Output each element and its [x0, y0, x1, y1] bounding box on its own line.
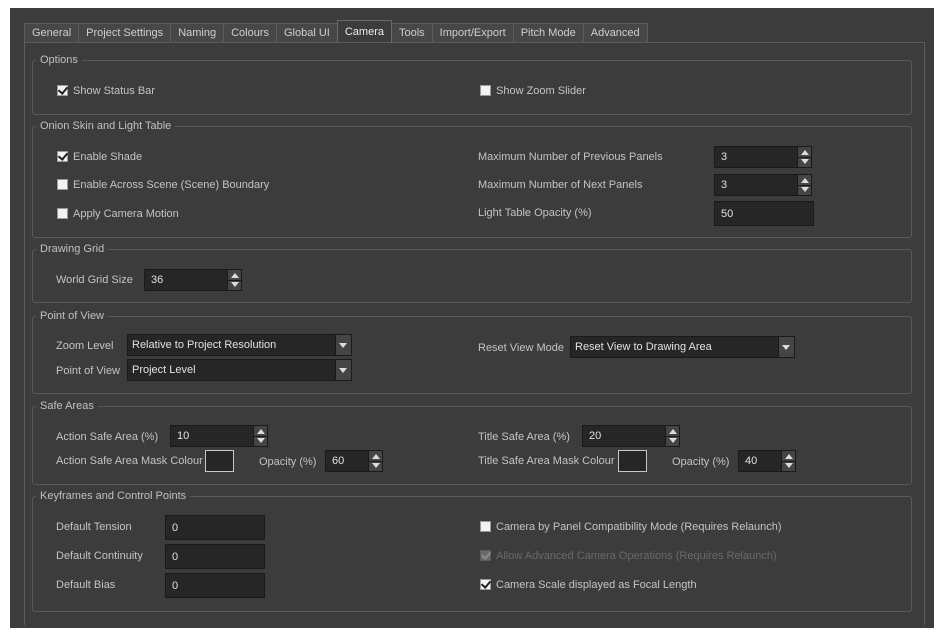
tab-import-export[interactable]: Import/Export — [431, 23, 514, 42]
title-mask-colour-swatch[interactable] — [618, 450, 647, 472]
enable-shade-checkbox[interactable] — [57, 150, 69, 162]
arrow-down-icon — [801, 187, 809, 192]
show-zoom-slider-label: Show Zoom Slider — [496, 85, 586, 97]
arrow-down-icon — [801, 159, 809, 164]
zoom-level-label: Zoom Level — [56, 340, 114, 352]
point-of-view-dropdown[interactable]: Project Level — [127, 359, 352, 381]
options-title: Options — [36, 53, 82, 67]
zoom-level-value: Relative to Project Resolution — [132, 339, 277, 351]
action-mask-colour-swatch[interactable] — [205, 450, 234, 472]
max-previous-spinner[interactable] — [797, 146, 812, 168]
max-next-input[interactable]: 3 — [714, 174, 798, 196]
max-next-spinner[interactable] — [797, 174, 812, 196]
advanced-camera-checkbox — [480, 549, 492, 561]
tab-bar: General Project Settings Naming Colours … — [24, 20, 648, 42]
arrow-up-icon — [801, 150, 809, 155]
arrow-up-icon — [801, 178, 809, 183]
title-opacity-label: Opacity (%) — [672, 456, 730, 468]
max-next-label: Maximum Number of Next Panels — [478, 179, 643, 191]
arrow-up-icon — [231, 273, 239, 278]
arrow-down-icon — [372, 463, 380, 468]
action-safe-area-label: Action Safe Area (%) — [56, 431, 159, 443]
point-of-view-value: Project Level — [132, 364, 196, 376]
show-status-bar-label: Show Status Bar — [73, 85, 155, 97]
arrow-down-icon — [231, 282, 239, 287]
across-boundary-label: Enable Across Scene (Scene) Boundary — [73, 179, 270, 191]
default-bias-label: Default Bias — [56, 579, 116, 591]
action-mask-colour-label: Action Safe Area Mask Colour — [56, 455, 203, 467]
options-group — [32, 60, 912, 115]
show-zoom-slider-checkbox[interactable] — [480, 85, 491, 96]
max-previous-input[interactable]: 3 — [714, 146, 798, 168]
action-safe-area-input[interactable]: 10 — [170, 425, 254, 447]
across-boundary-checkbox[interactable] — [57, 179, 68, 190]
action-opacity-label: Opacity (%) — [259, 456, 317, 468]
default-tension-input[interactable]: 0 — [165, 515, 265, 540]
compat-mode-checkbox[interactable] — [480, 521, 491, 532]
title-safe-area-spinner[interactable] — [665, 425, 680, 447]
arrow-up-icon — [257, 429, 265, 434]
arrow-down-icon — [785, 463, 793, 468]
default-tension-label: Default Tension — [56, 521, 132, 533]
tab-global-ui[interactable]: Global UI — [276, 23, 338, 42]
checkmark-icon — [57, 84, 69, 95]
keyframes-title: Keyframes and Control Points — [36, 489, 191, 503]
arrow-up-icon — [785, 454, 793, 459]
default-bias-input[interactable]: 0 — [165, 573, 265, 598]
arrow-up-icon — [372, 454, 380, 459]
point-of-view-title: Point of View — [36, 309, 109, 323]
action-opacity-input[interactable]: 60 — [325, 450, 369, 472]
max-previous-label: Maximum Number of Previous Panels — [478, 151, 663, 163]
chevron-down-icon — [335, 335, 351, 355]
arrow-down-icon — [257, 438, 265, 443]
tab-tools[interactable]: Tools — [390, 23, 433, 42]
tab-project-settings[interactable]: Project Settings — [78, 23, 172, 42]
world-grid-size-label: World Grid Size — [56, 274, 133, 286]
safe-areas-title: Safe Areas — [36, 399, 98, 413]
tab-pitch-mode[interactable]: Pitch Mode — [512, 23, 584, 42]
arrow-down-icon — [669, 438, 677, 443]
chevron-down-icon — [335, 360, 351, 380]
tab-colours[interactable]: Colours — [223, 23, 277, 42]
zoom-level-dropdown[interactable]: Relative to Project Resolution — [127, 334, 352, 356]
compat-mode-label: Camera by Panel Compatibility Mode (Requ… — [496, 521, 782, 533]
tab-advanced[interactable]: Advanced — [582, 23, 648, 42]
show-status-bar-checkbox[interactable] — [57, 84, 69, 96]
focal-length-checkbox[interactable] — [480, 578, 492, 590]
checkmark-icon — [57, 150, 69, 161]
chevron-down-icon — [778, 337, 794, 357]
drawing-grid-title: Drawing Grid — [36, 242, 109, 256]
title-safe-area-input[interactable]: 20 — [582, 425, 666, 447]
title-mask-colour-label: Title Safe Area Mask Colour — [478, 455, 615, 467]
advanced-camera-label: Allow Advanced Camera Operations (Requir… — [496, 550, 777, 562]
checkmark-icon — [480, 549, 492, 560]
checkmark-icon — [480, 578, 492, 589]
tab-camera[interactable]: Camera — [336, 20, 392, 42]
camera-motion-checkbox[interactable] — [57, 208, 68, 219]
light-table-opacity-label: Light Table Opacity (%) — [478, 207, 592, 219]
tab-general[interactable]: General — [24, 23, 80, 42]
reset-view-mode-label: Reset View Mode — [478, 342, 565, 354]
title-opacity-spinner[interactable] — [781, 450, 796, 472]
camera-motion-label: Apply Camera Motion — [73, 208, 179, 220]
world-grid-size-spinner[interactable] — [227, 269, 242, 291]
focal-length-label: Camera Scale displayed as Focal Length — [496, 579, 697, 591]
title-safe-area-label: Title Safe Area (%) — [478, 431, 570, 443]
reset-view-mode-value: Reset View to Drawing Area — [575, 341, 712, 353]
world-grid-size-input[interactable]: 36 — [144, 269, 228, 291]
arrow-up-icon — [669, 429, 677, 434]
tab-naming[interactable]: Naming — [170, 23, 225, 42]
default-continuity-label: Default Continuity — [56, 550, 143, 562]
enable-shade-label: Enable Shade — [73, 151, 143, 163]
action-safe-area-spinner[interactable] — [253, 425, 268, 447]
action-opacity-spinner[interactable] — [368, 450, 383, 472]
onion-skin-title: Onion Skin and Light Table — [36, 119, 176, 133]
light-table-opacity-input[interactable]: 50 — [714, 201, 814, 226]
default-continuity-input[interactable]: 0 — [165, 544, 265, 569]
reset-view-mode-dropdown[interactable]: Reset View to Drawing Area — [570, 336, 795, 358]
keyframes-group — [32, 496, 912, 612]
title-opacity-input[interactable]: 40 — [738, 450, 782, 472]
point-of-view-label: Point of View — [56, 365, 121, 377]
safe-areas-group — [32, 406, 912, 485]
